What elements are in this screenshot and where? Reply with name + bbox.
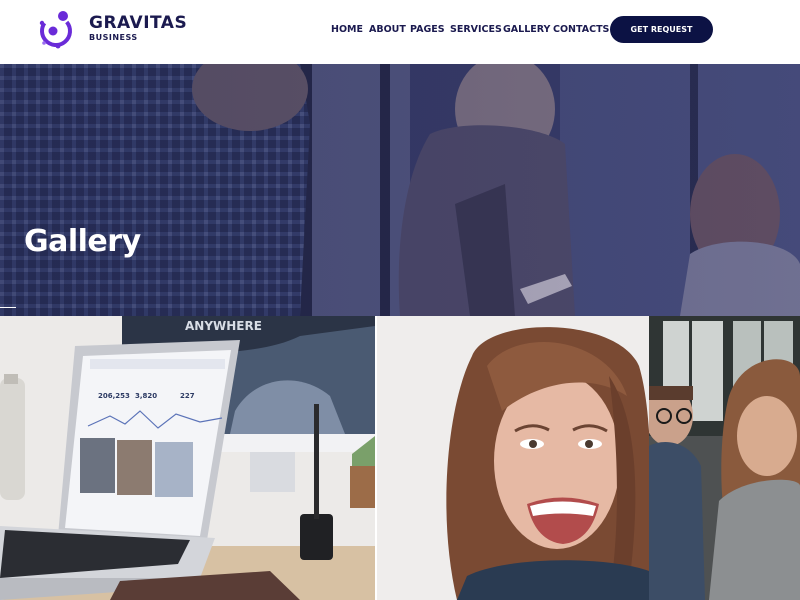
gallery-item-laptop[interactable]: ANYWHERE 206,253 3,820 227 [0, 316, 375, 600]
brand[interactable]: GRAVITAS BUSINESS [89, 13, 187, 43]
hero-banner: Gallery [0, 64, 800, 316]
get-request-button[interactable]: GET REQUEST [610, 16, 713, 43]
hero-accent-line [0, 307, 16, 308]
brand-tagline: BUSINESS [89, 33, 138, 42]
nav-gallery[interactable]: GALLERY [503, 24, 550, 35]
smiling-woman-image [377, 316, 649, 600]
site-header: GRAVITAS BUSINESS HOME ABOUT PAGES SERVI… [0, 0, 800, 64]
nav-services[interactable]: SERVICES [450, 24, 502, 35]
laptop-stat-1: 206,253 [98, 392, 130, 400]
laptop-stat-2: 3,820 [135, 392, 157, 400]
nav-contacts[interactable]: CONTACTS [553, 24, 609, 35]
hero-background-image [0, 64, 800, 316]
nav-home[interactable]: HOME [331, 24, 363, 35]
nav-pages[interactable]: PAGES [410, 24, 445, 35]
laptop-stat-3: 227 [180, 392, 195, 400]
gallery-grid: ANYWHERE 206,253 3,820 227 [0, 316, 800, 600]
laptop-desk-image: ANYWHERE 206,253 3,820 227 [0, 316, 375, 600]
gallery-item-team[interactable] [649, 316, 800, 600]
coworkers-image [649, 316, 800, 600]
gallery-item-portrait[interactable] [377, 316, 649, 600]
monitor-screen-text: ANYWHERE [185, 319, 262, 333]
gravitas-logo-icon[interactable] [36, 9, 76, 51]
brand-name: GRAVITAS [89, 13, 188, 33]
page-title: Gallery [24, 224, 141, 259]
nav-about[interactable]: ABOUT [369, 24, 406, 35]
